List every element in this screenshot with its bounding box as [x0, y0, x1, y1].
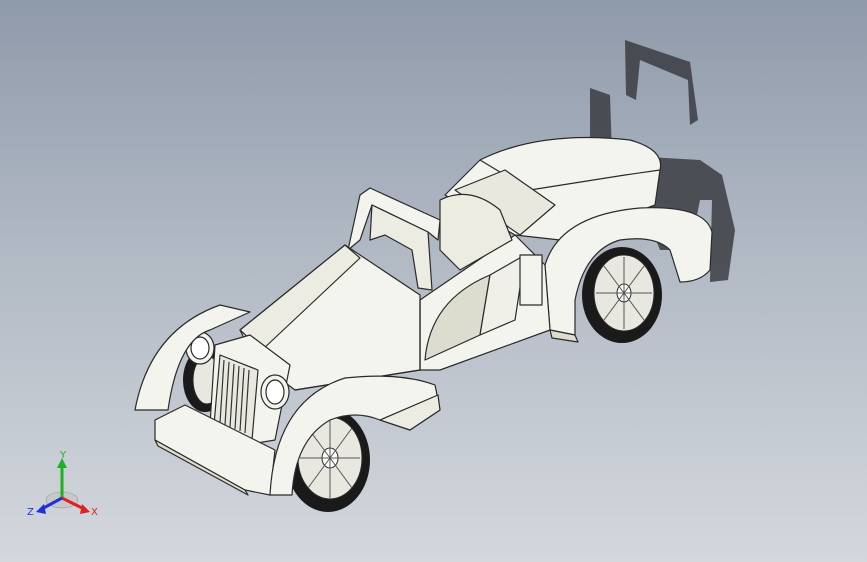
y-axis-label: Y: [59, 450, 67, 461]
car-model-view[interactable]: [0, 0, 867, 562]
x-axis-label: X: [91, 507, 98, 518]
coordinate-triad-icon[interactable]: Y X Z: [24, 448, 104, 528]
z-axis-label: Z: [27, 507, 34, 518]
rear-wheel: [582, 247, 662, 343]
cad-graphics-viewport[interactable]: Y X Z: [0, 0, 867, 562]
